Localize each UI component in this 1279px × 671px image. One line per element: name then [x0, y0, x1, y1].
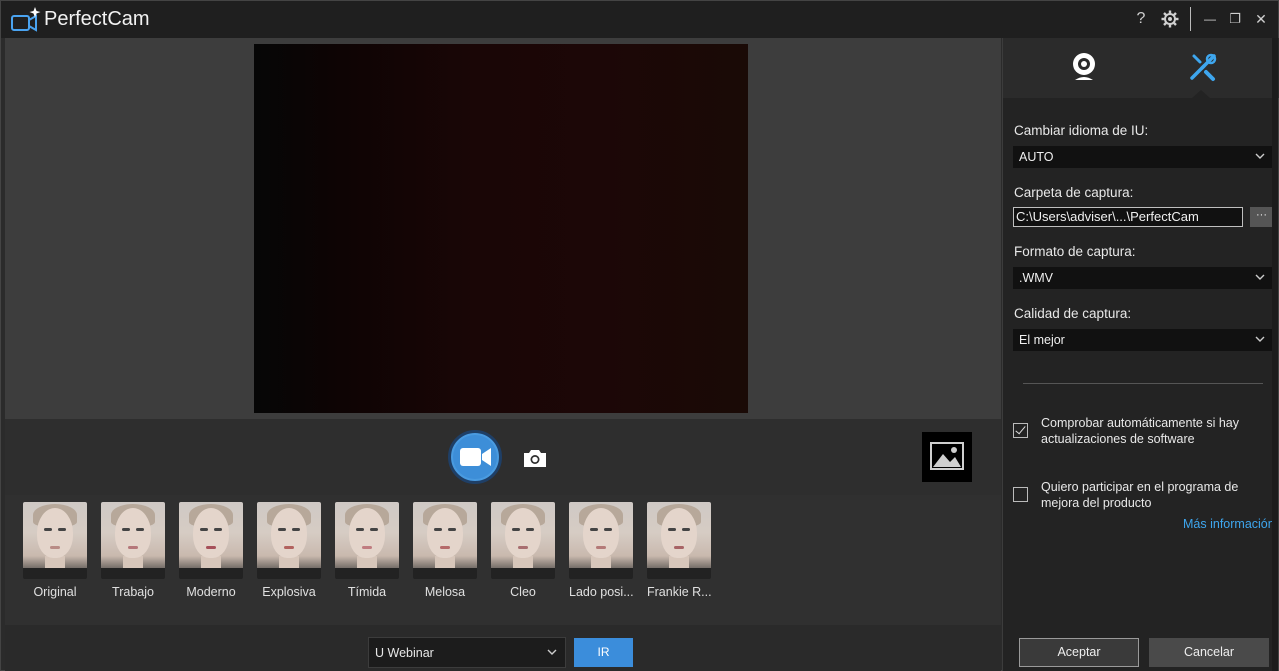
titlebar-separator [1190, 7, 1191, 31]
filter-thumbnail [23, 502, 87, 579]
scrollbar[interactable] [1272, 38, 1278, 671]
gear-icon [1161, 10, 1179, 28]
improvement-program-text: Quiero participar en el programa de mejo… [1041, 480, 1239, 510]
more-info-link[interactable]: Más información [1183, 517, 1275, 531]
accept-button[interactable]: Aceptar [1019, 638, 1139, 667]
quality-value: El mejor [1019, 333, 1065, 347]
filter-thumbnail [491, 502, 555, 579]
filter-item[interactable]: Explosiva [257, 502, 321, 599]
cancel-button[interactable]: Cancelar [1149, 638, 1269, 667]
filter-thumbnail [647, 502, 711, 579]
panel-tabs [1003, 38, 1279, 98]
go-button[interactable]: IR [574, 638, 633, 667]
webinar-select-value: U Webinar [375, 646, 434, 660]
filter-thumbnail [413, 502, 477, 579]
language-value: AUTO [1019, 150, 1054, 164]
title-bar: PerfectCam ? — ❐ ✕ [1, 1, 1278, 38]
quality-label: Calidad de captura: [1014, 306, 1132, 321]
filter-item[interactable]: Tímida [335, 502, 399, 599]
chevron-down-icon [1255, 153, 1265, 159]
settings-button[interactable] [1158, 7, 1182, 31]
preview-area [5, 38, 1001, 419]
video-camera-icon [460, 448, 491, 466]
app-logo-icon [11, 7, 41, 32]
filter-item[interactable]: Original [23, 502, 87, 599]
format-dropdown[interactable]: .WMV [1013, 267, 1273, 289]
auto-update-text: Comprobar automáticamente si hay actuali… [1041, 416, 1240, 446]
filter-thumbnail [569, 502, 633, 579]
settings-panel: Cambiar idioma de IU: AUTO Carpeta de ca… [1002, 38, 1279, 671]
folder-label: Carpeta de captura: [1014, 185, 1134, 200]
filter-label: Original [33, 585, 77, 599]
capture-controls [5, 419, 1001, 495]
format-value: .WMV [1019, 271, 1054, 285]
image-gallery-icon [930, 442, 964, 470]
filter-thumbnail [179, 502, 243, 579]
chevron-down-icon [1255, 336, 1265, 342]
filter-item[interactable]: Lado posi... [569, 502, 633, 599]
improvement-program-checkbox[interactable] [1013, 487, 1028, 502]
filter-label: Melosa [424, 585, 466, 599]
app-title: PerfectCam [44, 8, 150, 30]
settings-divider [1023, 383, 1263, 384]
filter-label: Moderno [186, 585, 236, 599]
filter-label: Trabajo [112, 585, 154, 599]
filter-item[interactable]: Cleo [491, 502, 555, 599]
chevron-down-icon [547, 649, 557, 655]
tab-settings[interactable] [1133, 38, 1271, 98]
record-video-button[interactable] [448, 430, 502, 484]
camera-snapshot-icon[interactable] [522, 447, 548, 469]
filter-label: Tímida [347, 585, 387, 599]
language-label: Cambiar idioma de IU: [1014, 123, 1149, 138]
perfectcam-window: PerfectCam ? — ❐ ✕ Original Trabajo Mode… [0, 0, 1279, 671]
minimize-button[interactable]: — [1198, 7, 1222, 31]
chevron-down-icon [1255, 274, 1265, 280]
camera-preview [254, 44, 748, 413]
active-tab-indicator [1192, 90, 1210, 98]
filter-item[interactable]: Melosa [413, 502, 477, 599]
close-button[interactable]: ✕ [1249, 7, 1273, 31]
filter-thumbnail [101, 502, 165, 579]
filter-item[interactable]: Frankie R... [647, 502, 711, 599]
auto-update-checkbox[interactable] [1013, 423, 1028, 438]
filter-thumbnail [335, 502, 399, 579]
quality-dropdown[interactable]: El mejor [1013, 329, 1273, 351]
gallery-button[interactable] [922, 432, 972, 482]
tools-icon [1190, 53, 1217, 81]
filter-label: Frankie R... [647, 585, 711, 599]
effects-filter-strip: Original Trabajo Moderno Explosiva Tímida Mel… [5, 495, 1001, 625]
webinar-select[interactable]: U Webinar [368, 637, 566, 668]
language-dropdown[interactable]: AUTO [1013, 146, 1273, 168]
webcam-icon [1073, 53, 1095, 80]
bottom-bar: U Webinar IR [5, 625, 1001, 671]
browse-folder-button[interactable]: ··· [1250, 207, 1273, 227]
format-label: Formato de captura: [1014, 244, 1136, 259]
filter-label: Cleo [510, 585, 536, 599]
filter-thumbnail [257, 502, 321, 579]
capture-folder-input[interactable]: C:\Users\adviser\...\PerfectCam [1013, 207, 1243, 227]
filter-item[interactable]: Moderno [179, 502, 243, 599]
restore-button[interactable]: ❐ [1223, 7, 1247, 31]
filter-label: Lado posi... [569, 585, 633, 599]
filter-label: Explosiva [262, 585, 316, 599]
filter-item[interactable]: Trabajo [101, 502, 165, 599]
help-button[interactable]: ? [1129, 7, 1153, 31]
